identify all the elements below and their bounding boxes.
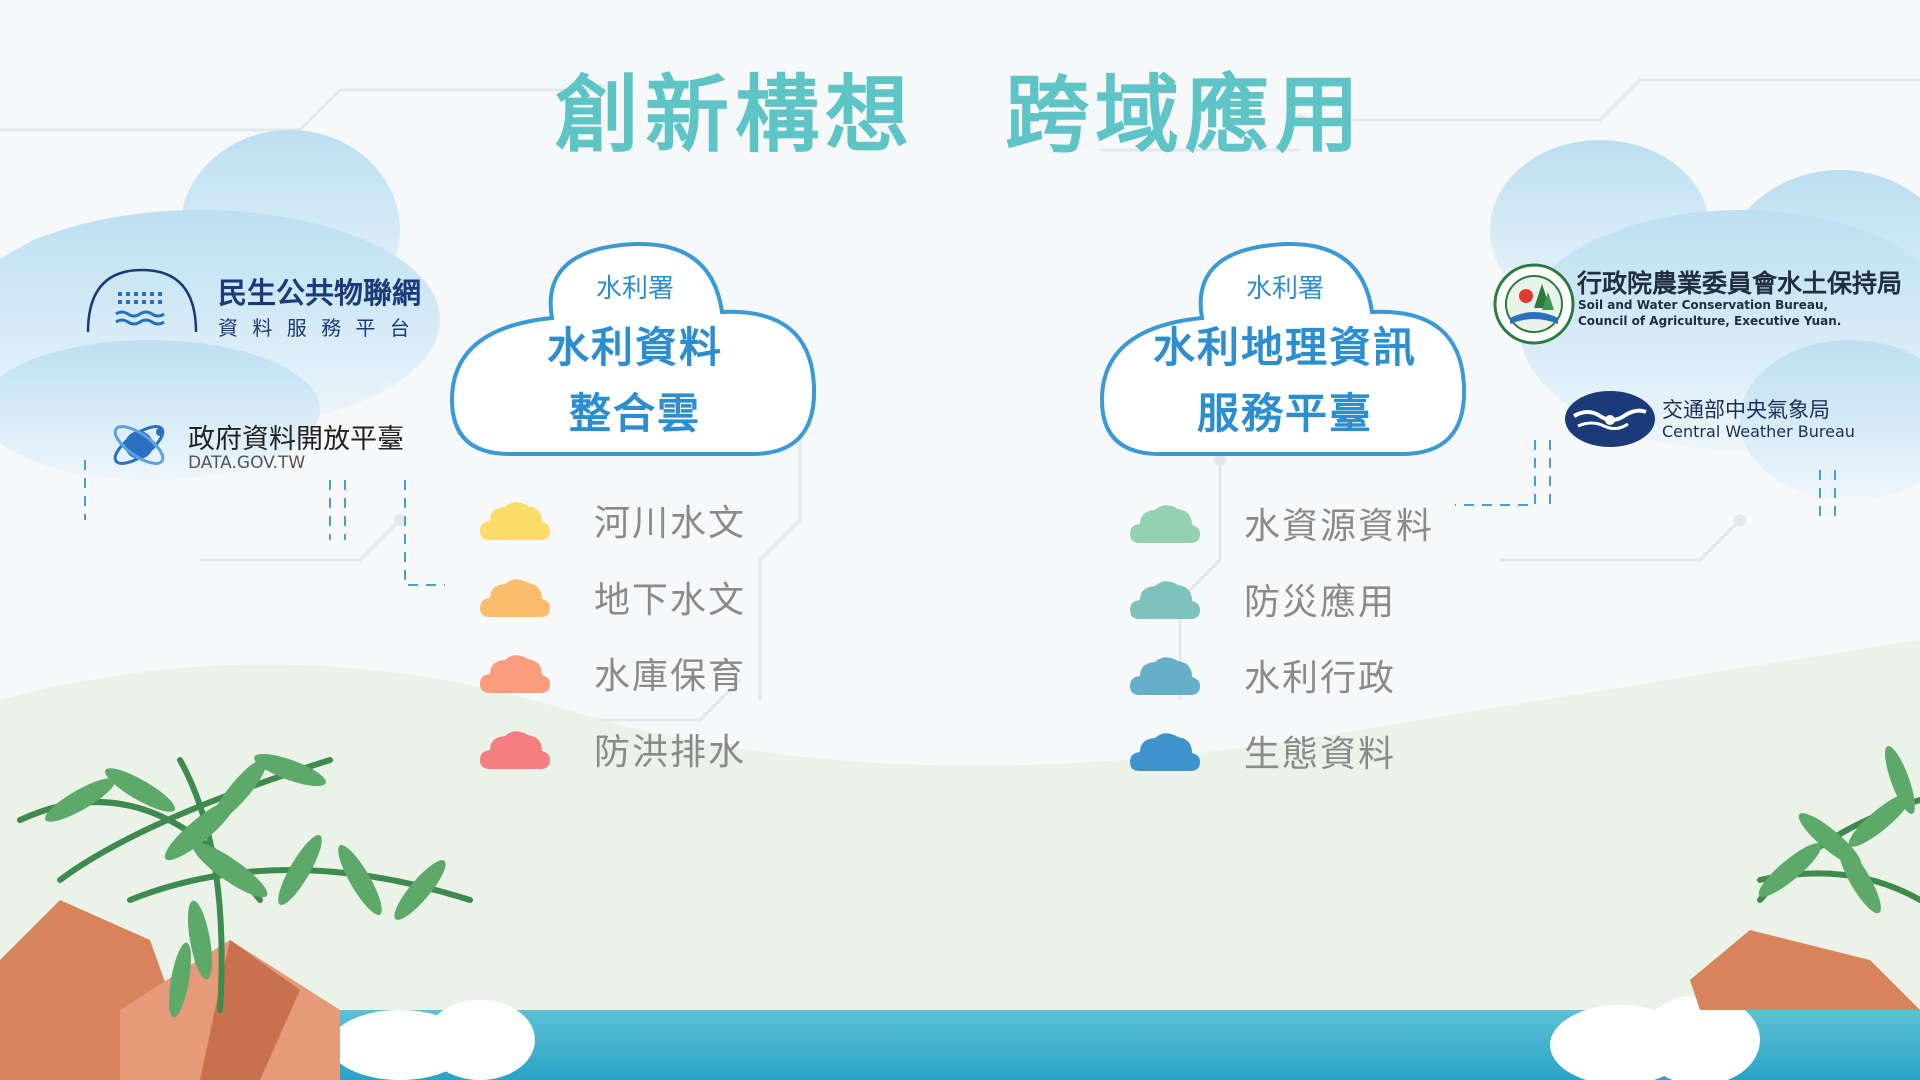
left-list-item: 地下水文: [480, 577, 746, 621]
left-cloud-line1: 水利資料: [546, 323, 723, 372]
cloud-icon: [480, 502, 550, 540]
left-list-item: 水庫保育: [480, 653, 746, 697]
left-item-label: 地下水文: [594, 580, 747, 621]
right-item-label: 防災應用: [1244, 582, 1397, 623]
right-list-item: 水資源資料: [1130, 503, 1434, 547]
cloud-icon: [1130, 733, 1200, 771]
right-item-label: 生態資料: [1244, 734, 1397, 775]
right-cloud-line2: 服務平臺: [1196, 389, 1373, 438]
left-item-label: 防洪排水: [594, 732, 747, 773]
right-cloud-line1: 水利地理資訊: [1152, 323, 1417, 372]
left-list-item: 河川水文: [480, 500, 746, 544]
left-item-label: 河川水文: [594, 503, 747, 544]
cloud-icon: [1130, 581, 1200, 619]
left-cloud-agency: 水利署: [595, 274, 674, 304]
right-list-item: 防災應用: [1130, 579, 1396, 623]
left-list-item: 防洪排水: [480, 729, 746, 773]
right-cloud-agency: 水利署: [1245, 274, 1324, 304]
left-item-label: 水庫保育: [594, 656, 747, 697]
cloud-icon: [480, 579, 550, 617]
cloud-frames: [449, 241, 1467, 456]
cloud-icon: [480, 655, 550, 693]
right-list-item: 水利行政: [1130, 655, 1396, 699]
right-item-label: 水利行政: [1244, 658, 1397, 699]
left-cloud-line2: 整合雲: [568, 389, 701, 438]
right-item-label: 水資源資料: [1244, 506, 1435, 547]
cloud-icon: [1130, 657, 1200, 695]
cloud-icon: [1130, 505, 1200, 543]
right-list-item: 生態資料: [1130, 731, 1396, 775]
cloud-icon: [480, 731, 550, 769]
